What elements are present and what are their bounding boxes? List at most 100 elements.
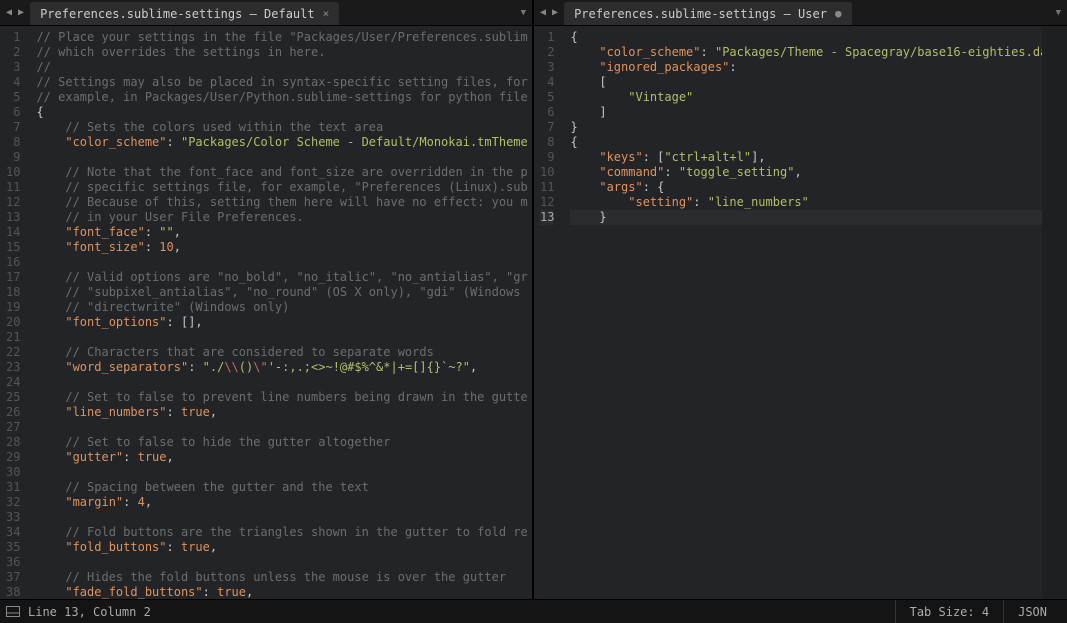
line-number: 8 (6, 135, 20, 150)
code-line[interactable] (36, 150, 532, 165)
right-pane: ◀ ▶ Preferences.sublime-settings — User … (534, 0, 1067, 599)
line-number: 16 (6, 255, 20, 270)
line-number: 5 (6, 90, 20, 105)
code-line[interactable]: { (570, 30, 1042, 45)
line-number: 18 (6, 285, 20, 300)
code-line[interactable]: "setting": "line_numbers" (570, 195, 1042, 210)
code-line[interactable]: "word_separators": "./\\()\"'-:,.;<>~!@#… (36, 360, 532, 375)
code-line[interactable]: // "subpixel_antialias", "no_round" (OS … (36, 285, 532, 300)
syntax-selector[interactable]: JSON (1003, 600, 1061, 623)
tab-menu-icon[interactable]: ▼ (1050, 0, 1067, 25)
code-line[interactable] (36, 255, 532, 270)
code-line[interactable]: { (36, 105, 532, 120)
code-line[interactable]: } (570, 210, 1042, 225)
code-line[interactable]: "font_size": 10, (36, 240, 532, 255)
code-line[interactable]: // (36, 60, 532, 75)
code-line[interactable]: "margin": 4, (36, 495, 532, 510)
code-line[interactable]: // Because of this, setting them here wi… (36, 195, 532, 210)
code-line[interactable]: // Sets the colors used within the text … (36, 120, 532, 135)
line-number: 13 (540, 210, 554, 225)
line-number: 23 (6, 360, 20, 375)
left-gutter: 1234567891011121314151617181920212223242… (0, 26, 28, 599)
line-number: 1 (540, 30, 554, 45)
code-line[interactable]: // Note that the font_face and font_size… (36, 165, 532, 180)
line-number: 9 (540, 150, 554, 165)
code-line[interactable] (36, 510, 532, 525)
line-number: 22 (6, 345, 20, 360)
code-line[interactable]: "line_numbers": true, (36, 405, 532, 420)
right-code[interactable]: { "color_scheme": "Packages/Theme - Spac… (562, 26, 1042, 599)
line-number: 31 (6, 480, 20, 495)
line-number: 4 (6, 75, 20, 90)
code-line[interactable]: // Spacing between the gutter and the te… (36, 480, 532, 495)
code-line[interactable]: // Set to false to prevent line numbers … (36, 390, 532, 405)
line-number: 14 (6, 225, 20, 240)
line-number: 2 (540, 45, 554, 60)
line-number: 38 (6, 585, 20, 599)
line-number: 6 (540, 105, 554, 120)
minimap[interactable] (1042, 26, 1067, 599)
code-line[interactable]: // Hides the fold buttons unless the mou… (36, 570, 532, 585)
code-line[interactable]: "color_scheme": "Packages/Color Scheme -… (36, 135, 532, 150)
code-line[interactable]: // "directwrite" (Windows only) (36, 300, 532, 315)
code-line[interactable]: // Place your settings in the file "Pack… (36, 30, 532, 45)
code-line[interactable]: "font_face": "", (36, 225, 532, 240)
code-line[interactable] (36, 555, 532, 570)
code-line[interactable]: // Fold buttons are the triangles shown … (36, 525, 532, 540)
line-number: 3 (6, 60, 20, 75)
code-line[interactable]: "fold_buttons": true, (36, 540, 532, 555)
nav-fwd-icon[interactable]: ▶ (550, 7, 560, 18)
line-number: 10 (540, 165, 554, 180)
left-editor[interactable]: 1234567891011121314151617181920212223242… (0, 26, 532, 599)
tab-user-settings[interactable]: Preferences.sublime-settings — User ● (564, 2, 853, 25)
dirty-indicator-icon[interactable]: ● (835, 7, 842, 20)
code-line[interactable]: // Settings may also be placed in syntax… (36, 75, 532, 90)
code-line[interactable]: // which overrides the settings in here. (36, 45, 532, 60)
code-line[interactable]: { (570, 135, 1042, 150)
code-line[interactable]: "command": "toggle_setting", (570, 165, 1042, 180)
line-number: 29 (6, 450, 20, 465)
code-line[interactable] (36, 420, 532, 435)
line-number: 2 (6, 45, 20, 60)
code-line[interactable]: "args": { (570, 180, 1042, 195)
code-line[interactable]: // in your User File Preferences. (36, 210, 532, 225)
code-line[interactable] (36, 330, 532, 345)
code-line[interactable]: // example, in Packages/User/Python.subl… (36, 90, 532, 105)
line-number: 11 (6, 180, 20, 195)
line-number: 25 (6, 390, 20, 405)
line-number: 21 (6, 330, 20, 345)
code-line[interactable]: "Vintage" (570, 90, 1042, 105)
line-number: 30 (6, 465, 20, 480)
code-line[interactable]: "keys": ["ctrl+alt+l"], (570, 150, 1042, 165)
code-line[interactable] (36, 465, 532, 480)
nav-back-icon[interactable]: ◀ (4, 7, 14, 18)
tab-title: Preferences.sublime-settings — Default (40, 7, 315, 21)
code-line[interactable]: "gutter": true, (36, 450, 532, 465)
code-line[interactable]: "ignored_packages": (570, 60, 1042, 75)
code-line[interactable]: "color_scheme": "Packages/Theme - Spaceg… (570, 45, 1042, 60)
code-line[interactable]: "fade_fold_buttons": true, (36, 585, 532, 599)
code-line[interactable]: "font_options": [], (36, 315, 532, 330)
tab-menu-icon[interactable]: ▼ (515, 0, 532, 25)
tab-size-selector[interactable]: Tab Size: 4 (895, 600, 1003, 623)
left-code[interactable]: // Place your settings in the file "Pack… (28, 26, 532, 599)
nav-fwd-icon[interactable]: ▶ (16, 7, 26, 18)
line-number: 9 (6, 150, 20, 165)
code-line[interactable]: } (570, 120, 1042, 135)
code-line[interactable]: ] (570, 105, 1042, 120)
code-line[interactable]: // Characters that are considered to sep… (36, 345, 532, 360)
right-editor[interactable]: 12345678910111213 { "color_scheme": "Pac… (534, 26, 1067, 599)
code-line[interactable]: // Set to false to hide the gutter altog… (36, 435, 532, 450)
nav-back-icon[interactable]: ◀ (538, 7, 548, 18)
code-line[interactable]: [ (570, 75, 1042, 90)
code-line[interactable] (36, 375, 532, 390)
panel-switcher-icon[interactable] (6, 606, 20, 617)
close-icon[interactable]: × (323, 7, 330, 20)
line-number: 15 (6, 240, 20, 255)
code-line[interactable]: // Valid options are "no_bold", "no_ital… (36, 270, 532, 285)
line-number: 4 (540, 75, 554, 90)
tab-default-settings[interactable]: Preferences.sublime-settings — Default × (30, 2, 340, 25)
code-line[interactable]: // specific settings file, for example, … (36, 180, 532, 195)
line-number: 37 (6, 570, 20, 585)
tab-title: Preferences.sublime-settings — User (574, 7, 827, 21)
